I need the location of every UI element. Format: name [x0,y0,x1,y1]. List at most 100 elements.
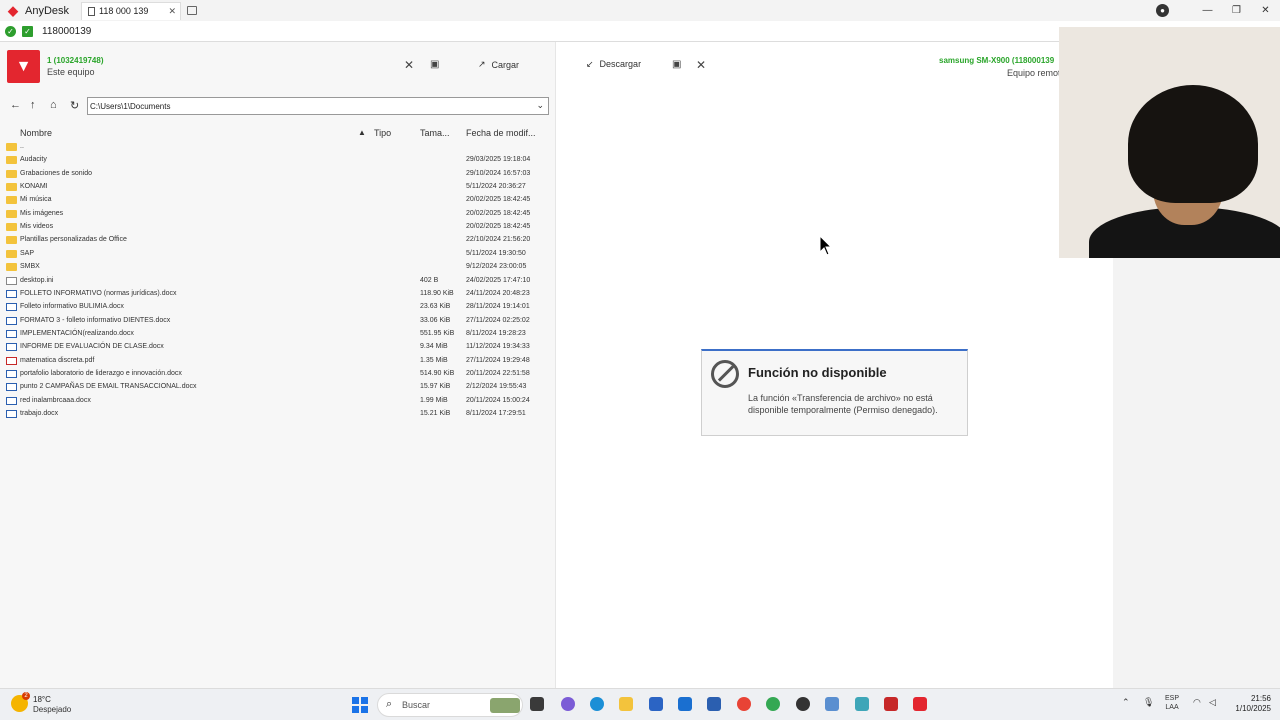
taskbar: 2 18°C Despejado ⌕ Buscar ⌃ 🎙 ESP LAA ◠ … [0,688,1280,720]
file-name: IMPLEMENTACIÓN(realizando.docx [20,329,134,337]
file-row[interactable]: FORMATO 3 - folleto informativo DIENTES.… [0,315,556,328]
close-tab-icon[interactable]: ✕ [168,6,176,17]
file-row[interactable]: SMBX 9/12/2024 23:00:05 [0,261,556,274]
panel-icon[interactable]: ▣ [430,59,439,70]
close-window-button[interactable]: ✕ [1251,5,1280,16]
file-name: SMBX [20,263,40,271]
file-size: 33.06 KiB [420,316,451,324]
file-row[interactable]: Audacity 29/03/2025 19:18:04 [0,154,556,167]
clock-date: 1/10/2025 [1235,704,1271,713]
file-size: 118.90 KiB [420,289,454,297]
local-files-pane: ▼ 1 (1032419748) Este equipo ✕ ▣ ↗ Carga… [0,42,556,688]
folder-icon [6,209,17,218]
edge-icon[interactable] [590,697,604,711]
outlook-icon[interactable] [678,697,692,711]
up-icon[interactable]: ↑ [30,99,36,111]
file-row[interactable]: punto 2 CAMPAÑAS DE EMAIL TRANSACCIONAL.… [0,381,556,394]
file-row[interactable]: red inalambrcaaa.docx 1.99 MiB 20/11/2024 … [0,395,556,408]
address-input[interactable]: 118000139 [42,26,91,37]
file-size: 15.97 KiB [420,383,451,391]
volume-icon[interactable]: ◁ [1209,697,1216,708]
file-row[interactable]: Mis imágenes 20/02/2025 18:42:45 [0,208,556,221]
chevron-down-icon[interactable]: ⌄ [536,100,544,111]
download-button[interactable]: ↙ Descargar [586,59,641,70]
file-row[interactable]: FOLLETO INFORMATIVO (normas jurídicas).d… [0,288,556,301]
file-explorer-icon[interactable] [619,697,633,711]
file-row[interactable]: matematica discreta.pdf 1.35 MiB 27/11/202… [0,355,556,368]
file-row[interactable]: SAP 5/11/2024 19:30:50 [0,248,556,261]
maximize-button[interactable]: ❐ [1222,5,1251,16]
folder-icon [6,143,17,151]
chrome-profile-icon[interactable] [766,697,780,711]
file-row[interactable]: trabajo.docx 15.21 KiB 8/11/2024 17:29:51 [0,408,556,421]
word-document-icon [6,369,17,378]
word-document-icon [6,289,17,298]
file-row[interactable]: INFORME DE EVALUACIÓN DE CLASE.docx 9.34 … [0,341,556,354]
microphone-icon[interactable]: 🎙 [1143,697,1154,708]
file-row[interactable]: desktop.ini 402 B 24/02/2025 17:47:10 [0,275,556,288]
search-box[interactable]: ⌕ Buscar [377,693,523,717]
session-tab[interactable]: 118 000 139 ✕ [81,1,182,20]
upload-button[interactable]: ↗ Cargar [478,59,519,70]
home-icon[interactable]: ⌂ [50,99,57,111]
session-tab-label: 118 000 139 [99,6,149,16]
account-icon[interactable]: ● [1156,4,1169,17]
col-type[interactable]: Tipo [374,128,391,138]
folder-icon [6,236,17,245]
minimize-button[interactable]: — [1193,5,1222,16]
file-name: SAP [20,249,35,257]
acrobat-icon[interactable] [884,697,898,711]
file-row[interactable]: Mis videos 20/02/2025 18:42:45 [0,221,556,234]
upload-label: Cargar [491,59,520,70]
word-icon[interactable] [707,697,721,711]
weather-desc[interactable]: Despejado [33,705,71,714]
file-date: 9/12/2024 23:00:05 [466,263,527,271]
refresh-icon[interactable]: ↻ [70,99,79,112]
task-view-icon[interactable] [530,697,544,711]
start-button[interactable] [352,697,368,713]
language-indicator[interactable]: ESP LAA [1165,694,1179,712]
word-document-icon [6,396,17,405]
file-row[interactable]: Folleto informativo BULIMIA.docx 23.63 Ki… [0,301,556,314]
col-date[interactable]: Fecha de modif... [466,128,536,138]
snipping-tool-icon[interactable] [825,697,839,711]
file-icon [6,276,17,285]
clock[interactable]: 21:56 1/10/2025 [1227,694,1271,714]
file-row[interactable]: Grabaciones de sonido 29/10/2024 16:57:03 [0,168,556,181]
pdf-file-icon [6,356,17,365]
folder-icon [6,196,17,205]
panel-icon-remote[interactable]: ▣ [672,59,681,70]
anydesk-taskbar-icon[interactable] [913,697,927,711]
file-row[interactable]: Mi música 20/02/2025 18:42:45 [0,194,556,207]
wifi-icon[interactable]: ◠ [1193,697,1201,708]
path-input[interactable]: C:\Users\1\Documents ⌄ [87,97,549,115]
app-icon[interactable] [796,697,810,711]
file-row[interactable]: KONAMI 5/11/2024 20:36:27 [0,181,556,194]
file-date: 27/11/2024 02:25:02 [466,316,530,324]
col-size[interactable]: Tama... [420,128,450,138]
file-row[interactable]: portafolio laboratorio de liderazgo e in… [0,368,556,381]
file-name: trabajo.docx [20,410,59,417]
chevron-up-icon[interactable]: ⌃ [1122,697,1130,708]
file-size: 1.99 MiB [420,396,448,404]
file-row[interactable]: Plantillas personalizadas de Office 22/10… [0,234,556,247]
new-tab-icon[interactable] [187,6,198,15]
weather-temp[interactable]: 18°C [33,695,51,704]
side-area [1113,258,1280,688]
file-size: 551.95 KiB [420,329,455,337]
file-date: 24/11/2024 20:48:23 [466,289,530,297]
file-row[interactable]: .. [0,141,556,154]
file-row[interactable]: IMPLEMENTACIÓN(realizando.docx 551.95 KiB… [0,328,556,341]
copilot-icon[interactable] [561,697,575,711]
close-pane-icon[interactable]: ✕ [404,58,414,72]
search-highlight-image [490,698,520,713]
col-name[interactable]: Nombre [20,128,52,138]
close-remote-pane-icon[interactable]: ✕ [696,58,706,72]
store-icon[interactable] [649,697,663,711]
file-date: 5/11/2024 19:30:50 [466,249,526,257]
path-bar: ← ↑ ⌂ ↻ C:\Users\1\Documents ⌄ [0,96,556,116]
chrome-icon[interactable] [737,697,751,711]
back-icon[interactable]: ← [10,99,21,111]
file-date: 27/11/2024 19:29:48 [466,356,530,364]
network-app-icon[interactable] [855,697,869,711]
